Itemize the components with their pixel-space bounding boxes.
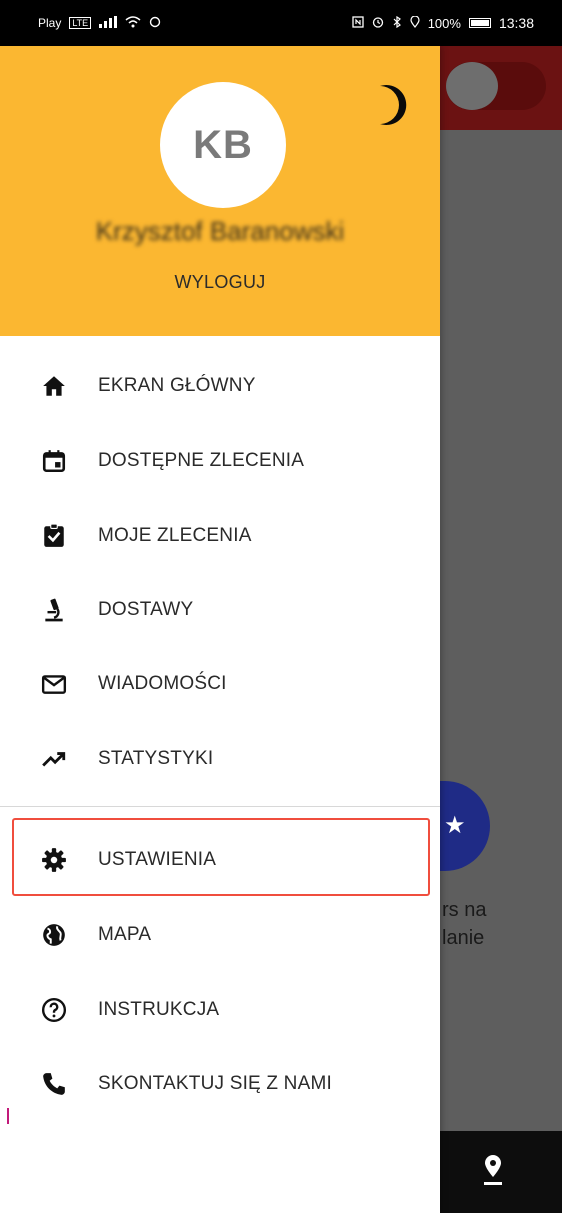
microscope-icon	[40, 596, 68, 624]
background-text-line-1: rs na	[442, 899, 487, 921]
background-partial-text: rs na lanie	[442, 896, 542, 952]
location-icon	[410, 14, 420, 31]
menu-item-label: DOSTĘPNE ZLECENIA	[98, 450, 305, 471]
menu-item-label: MOJE ZLECENIA	[98, 525, 252, 546]
help-circle-icon	[40, 996, 68, 1024]
menu-item-messages[interactable]: WIADOMOŚCI	[0, 654, 440, 714]
menu-item-home[interactable]: EKRAN GŁÓWNY	[0, 356, 440, 416]
map-pin-icon[interactable]	[480, 1153, 506, 1187]
carrier-label: Play	[38, 16, 62, 30]
avatar[interactable]: KB	[160, 82, 286, 208]
clipboard-check-icon	[40, 522, 68, 550]
drawer-header: KB Krzysztof Baranowski WYLOGUJ	[0, 46, 440, 336]
menu-item-deliveries[interactable]: DOSTAWY	[0, 580, 440, 640]
menu-item-label: DOSTAWY	[98, 599, 194, 620]
logout-button[interactable]: WYLOGUJ	[0, 272, 440, 293]
background-app-header	[440, 46, 562, 130]
mail-icon	[40, 670, 68, 698]
status-bar-left: Play LTE	[38, 15, 161, 31]
menu-divider	[0, 806, 440, 807]
menu-item-label: INSTRUKCJA	[98, 999, 220, 1020]
menu-item-map[interactable]: MAPA	[0, 905, 440, 965]
wifi-icon	[125, 15, 141, 31]
signal-icon	[99, 15, 118, 31]
navigation-drawer: KB Krzysztof Baranowski WYLOGUJ EKRAN GŁ…	[0, 46, 440, 1213]
menu-item-label: SKONTAKTUJ SIĘ Z NAMI	[98, 1073, 332, 1094]
clock: 13:38	[498, 15, 534, 31]
phone-icon	[40, 1070, 68, 1098]
edge-marker	[7, 1108, 9, 1124]
menu-item-label: MAPA	[98, 924, 152, 945]
lte-badge: LTE	[69, 17, 92, 29]
status-bar: Play LTE 100% 13:38	[0, 0, 562, 46]
battery-percent: 100%	[427, 15, 461, 31]
menu-item-contact[interactable]: SKONTAKTUJ SIĘ Z NAMI	[0, 1054, 440, 1114]
settings-highlight-outline	[12, 818, 430, 896]
menu-item-my-orders[interactable]: MOJE ZLECENIA	[0, 506, 440, 566]
home-icon	[40, 372, 68, 400]
background-toggle-knob	[446, 62, 498, 110]
moon-icon[interactable]	[370, 82, 412, 128]
star-icon: ★	[444, 812, 466, 839]
nfc-icon	[352, 15, 364, 31]
background-badge: ★	[440, 781, 490, 871]
menu-item-instructions[interactable]: INSTRUKCJA	[0, 980, 440, 1040]
menu-item-available-orders[interactable]: DOSTĘPNE ZLECENIA	[0, 431, 440, 491]
calendar-icon	[40, 447, 68, 475]
menu-item-label: EKRAN GŁÓWNY	[98, 375, 256, 396]
menu-item-label: WIADOMOŚCI	[98, 673, 227, 694]
bluetooth-icon	[392, 15, 402, 31]
background-text-line-2: lanie	[442, 927, 485, 949]
alarm-icon	[372, 16, 384, 31]
status-bar-right: 100% 13:38	[352, 14, 534, 31]
battery-icon	[468, 18, 491, 28]
user-name: Krzysztof Baranowski	[95, 216, 345, 246]
menu-item-label: STATYSTYKI	[98, 748, 214, 769]
trending-up-icon	[40, 745, 68, 773]
background-bottom-bar	[440, 1131, 562, 1213]
sync-icon	[149, 16, 161, 31]
background-toggle[interactable]	[446, 62, 546, 110]
globe-icon	[40, 921, 68, 949]
menu-item-statistics[interactable]: STATYSTYKI	[0, 729, 440, 789]
background-app: ★ rs na lanie	[440, 46, 562, 1213]
